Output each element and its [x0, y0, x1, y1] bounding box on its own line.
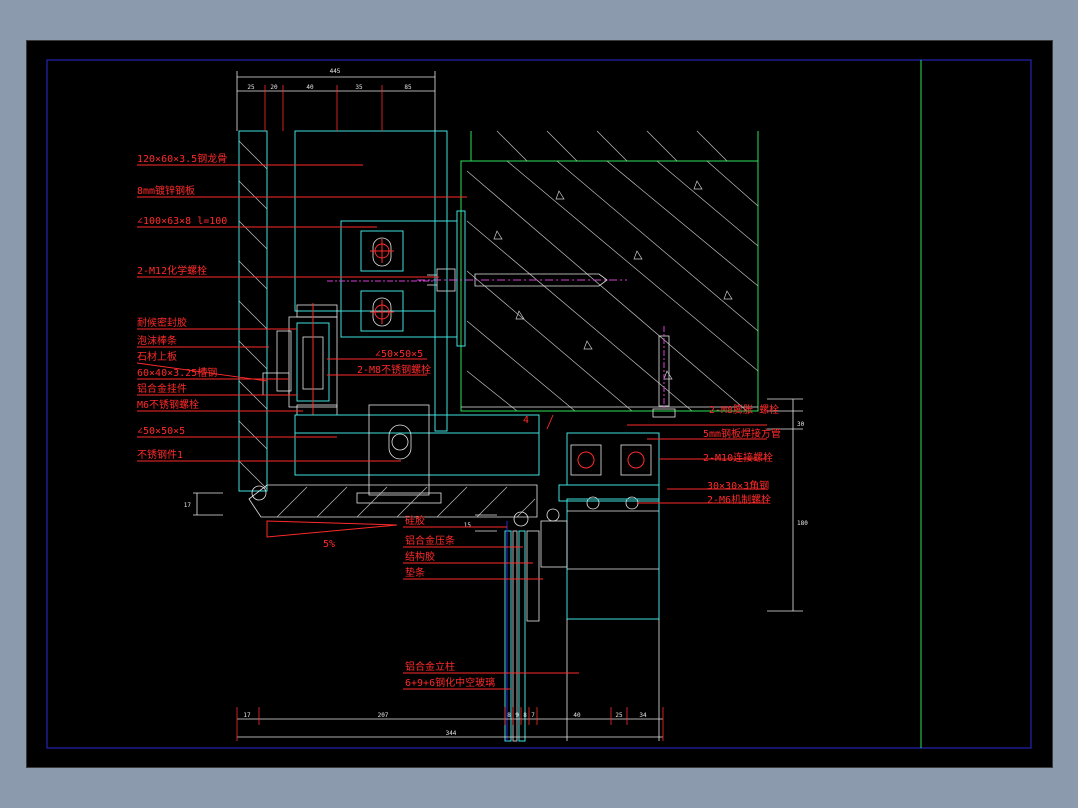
top-dimension: 445 25 20 40 35 85	[236, 68, 436, 131]
label-angle-50-b: ∠50×50×5	[137, 426, 185, 437]
label-angle-50-a: ∠50×50×5	[375, 349, 423, 360]
label-slope: 5%	[323, 539, 335, 550]
label-channel-60: 60×40×3.25槽钢	[137, 366, 217, 379]
label-bolt-m6-a: 2-M6机制螺栓	[707, 493, 771, 506]
label-steel-tube: 120×60×3.5钢龙骨	[137, 152, 227, 165]
bottom-dim-7: 40	[573, 712, 581, 719]
label-pointer-4: 4	[523, 415, 529, 426]
bottom-dimension: 17 207 8 9 8 7 40 25 34 344	[236, 707, 664, 741]
label-foam-strip: 泡沫棒条	[137, 334, 177, 347]
label-angle-30: 30×30×3角钢	[707, 479, 769, 492]
label-ss-bolt-a: 2-M8不锈钢螺栓	[357, 363, 431, 376]
label-alloy-frame: 铝合金压条	[405, 534, 455, 547]
section-drawing: 445 25 20 40 35 85 17 207 8 9 8 7 40 25 …	[46, 59, 1032, 749]
label-ss-bolt: M6不锈钢螺栓	[137, 398, 199, 411]
top-dim-1: 25	[247, 84, 255, 91]
top-dim-5: 85	[404, 84, 412, 91]
annotations: 120×60×3.5钢龙骨 8mm镀锌钢板 ∠100×63×8 l=100 2-…	[137, 152, 781, 689]
top-dim-3: 40	[306, 84, 314, 91]
label-glass: 6+9+6钢化中空玻璃	[405, 676, 495, 689]
side-dim-left: 17	[184, 502, 192, 509]
label-angle-100: ∠100×63×8 l=100	[137, 216, 227, 227]
expansion-anchor	[652, 326, 676, 418]
bottom-dim-5: 8	[523, 712, 527, 719]
bottom-dim-6: 7	[531, 712, 535, 719]
bottom-dim-4: 9	[515, 712, 519, 719]
label-plate-5mm: 5mm钢板焊接方管	[703, 427, 781, 440]
label-struct-glue: 结构胶	[405, 550, 435, 563]
concrete-slab	[460, 130, 759, 412]
side-dim-right-big: 180	[797, 520, 808, 527]
label-pad: 垫条	[405, 566, 425, 579]
bottom-dim-3: 8	[507, 712, 511, 719]
label-sealant: 耐候密封胶	[137, 316, 187, 329]
curtain-wall	[504, 432, 660, 742]
bottom-dim-8: 25	[615, 712, 623, 719]
label-bolt-m10: 2-M10连接螺栓	[703, 451, 773, 464]
label-plate-8mm: 8mm镀锌钢板	[137, 184, 195, 197]
chemical-anchor-bolt	[417, 268, 627, 292]
label-glue: 硅胶	[405, 514, 425, 527]
bottom-dim-total: 344	[446, 730, 457, 737]
bottom-dim-9: 34	[639, 712, 647, 719]
top-dim-2: 20	[270, 84, 278, 91]
side-dim-right-small: 30	[797, 421, 805, 428]
label-mullion: 铝合金立柱	[405, 660, 455, 673]
top-dim-4: 35	[355, 84, 363, 91]
top-dim-total: 445	[330, 68, 341, 75]
side-dim-left-small: 15	[464, 522, 472, 529]
label-expansion-bolt: 2-M8膨胀 螺栓	[709, 403, 779, 416]
leader-lines	[136, 164, 767, 690]
bottom-dim-2: 207	[378, 712, 389, 719]
cad-viewport[interactable]: 445 25 20 40 35 85 17 207 8 9 8 7 40 25 …	[26, 40, 1053, 768]
bottom-dim-1: 17	[243, 712, 251, 719]
label-stone-board: 石材上板	[137, 350, 177, 363]
left-steel-frame	[238, 130, 540, 504]
label-alloy-hook: 铝合金挂件	[137, 382, 187, 395]
label-chem-bolt: 2-M12化学螺栓	[137, 264, 207, 277]
label-ss-part: 不锈钢件1	[137, 448, 183, 461]
